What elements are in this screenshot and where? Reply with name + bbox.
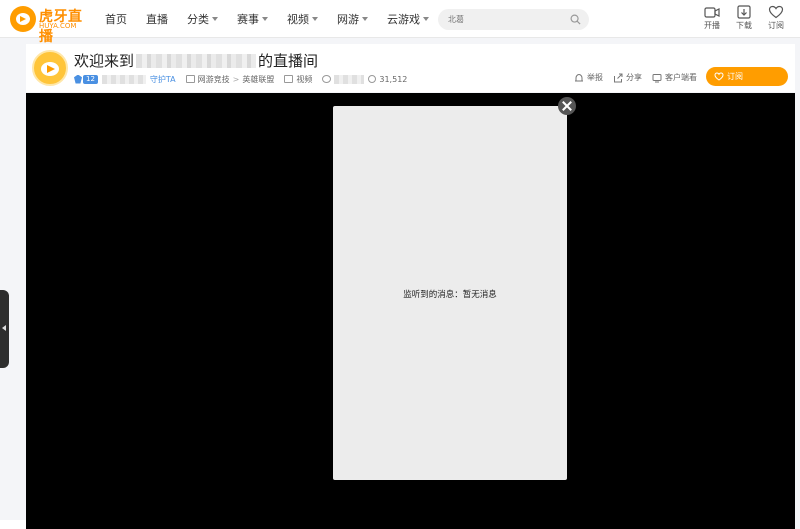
report-button[interactable]: 举报 (574, 72, 603, 83)
nav-category[interactable]: 分类 (187, 11, 218, 27)
room-title-suffix: 的直播间 (258, 52, 319, 70)
nav-live-label: 直播 (146, 13, 168, 26)
subscriptions-button[interactable]: 订阅 (764, 5, 788, 31)
video-icon (284, 75, 294, 83)
level-number: 12 (83, 74, 98, 84)
client-watch-button[interactable]: 客户端看 (652, 72, 697, 83)
level-badge: 12 (74, 74, 98, 84)
close-icon[interactable] (558, 97, 576, 115)
nav-cloud-games[interactable]: 云游戏 (387, 11, 429, 27)
nav-home-label: 首页 (105, 13, 127, 26)
category-icon (185, 75, 195, 83)
nav-category-label: 分类 (187, 13, 209, 26)
nav-online-games[interactable]: 网游 (337, 11, 368, 27)
level-icon (74, 74, 82, 84)
room-title: 欢迎来到 的直播间 (74, 50, 318, 71)
category-main-link[interactable]: 网游竞技 (198, 74, 230, 85)
category-sub-link[interactable]: 英雄联盟 (242, 74, 274, 85)
nav-online-games-label: 网游 (337, 13, 359, 26)
heart-icon (768, 5, 784, 19)
chevron-down-icon (423, 17, 429, 21)
camera-icon (704, 7, 720, 18)
blurred-room-id (334, 74, 365, 84)
viewers-icon (368, 75, 377, 83)
guard-link[interactable]: 守护TA (150, 74, 176, 85)
client-watch-label: 客户端看 (665, 73, 697, 82)
share-icon (614, 73, 623, 82)
modal-message: 监听到的消息：暂无消息 (403, 290, 497, 300)
huya-logo[interactable]: 虎牙直播 HUYA.COM (10, 6, 90, 45)
nav-events[interactable]: 赛事 (237, 11, 268, 27)
nav-video[interactable]: 视频 (287, 11, 318, 27)
chevron-down-icon (312, 17, 318, 21)
message-modal: 监听到的消息：暂无消息 (333, 106, 567, 480)
video-link[interactable]: 视频 (296, 74, 312, 85)
streamer-avatar[interactable] (32, 50, 68, 86)
top-nav-bar: 虎牙直播 HUYA.COM 首页 直播 分类 赛事 视频 网游 云游戏 开播 下… (0, 0, 800, 45)
download-button[interactable]: 下载 (732, 5, 756, 31)
nav-home[interactable]: 首页 (105, 11, 127, 27)
heart-icon (714, 72, 724, 81)
bell-icon (575, 73, 583, 81)
report-label: 举报 (587, 73, 603, 82)
start-stream-label: 开播 (704, 21, 720, 30)
start-stream-button[interactable]: 开播 (700, 5, 724, 31)
room-id-icon (322, 75, 332, 83)
room-actions: 举报 分享 客户端看 (574, 72, 707, 83)
logo-icon (10, 6, 36, 32)
room-meta: 12 守护TA 网游竞技 > 英雄联盟 视频 31,512 (74, 73, 407, 85)
sidebar-toggle-handle[interactable] (0, 290, 9, 368)
viewer-count: 31,512 (379, 74, 408, 84)
room-header: 欢迎来到 的直播间 12 守护TA 网游竞技 > 英雄联盟 视频 31,512 … (26, 44, 795, 92)
monitor-icon (652, 73, 662, 82)
search-input[interactable] (438, 9, 563, 30)
subscribe-button[interactable]: 订阅 (706, 67, 788, 86)
download-label: 下载 (736, 21, 752, 30)
blurred-room-info (101, 74, 146, 84)
main-nav: 首页 直播 分类 赛事 视频 网游 云游戏 (105, 0, 448, 38)
search-icon[interactable] (570, 14, 581, 25)
chevron-down-icon (362, 17, 368, 21)
download-icon (737, 5, 751, 19)
nav-events-label: 赛事 (237, 13, 259, 26)
logo-subtext: HUYA.COM (39, 22, 77, 30)
subscriptions-label: 订阅 (768, 21, 784, 30)
chevron-down-icon (212, 17, 218, 21)
search-box (438, 9, 589, 30)
subscribe-label: 订阅 (727, 72, 743, 81)
page-edge (0, 520, 26, 529)
blurred-streamer-name (136, 53, 257, 68)
share-label: 分享 (626, 73, 642, 82)
nav-video-label: 视频 (287, 13, 309, 26)
nav-live[interactable]: 直播 (146, 11, 168, 27)
share-button[interactable]: 分享 (613, 72, 642, 83)
breadcrumb-separator: > (232, 74, 240, 84)
room-title-prefix: 欢迎来到 (74, 52, 135, 70)
chevron-down-icon (262, 17, 268, 21)
nav-cloud-games-label: 云游戏 (387, 13, 420, 26)
